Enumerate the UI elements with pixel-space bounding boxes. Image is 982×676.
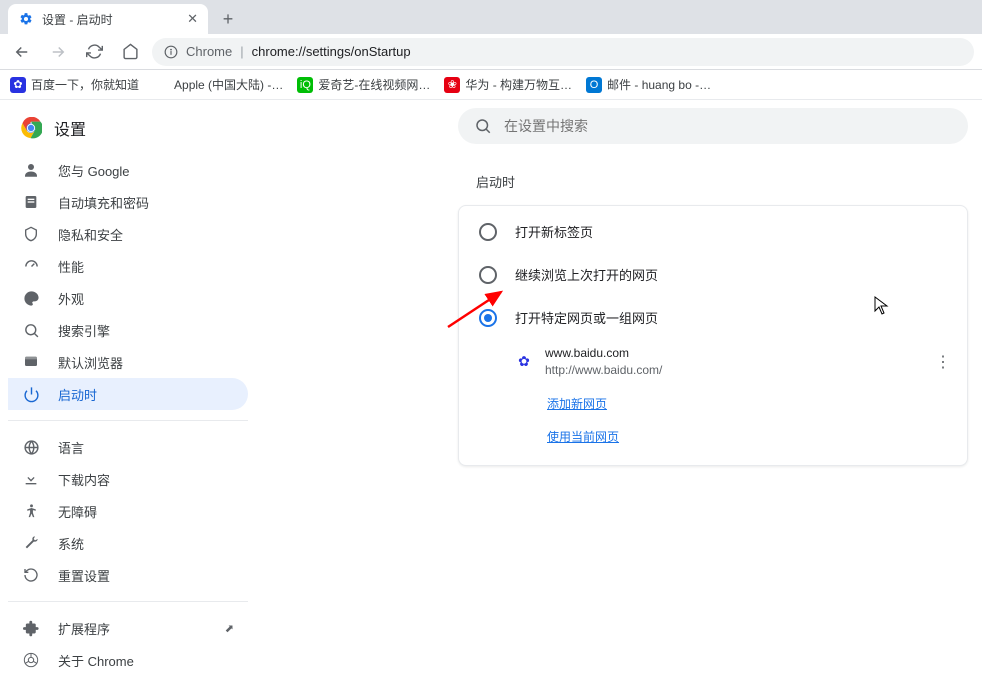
browser-toolbar: Chrome | chrome://settings/onStartup	[0, 34, 982, 70]
power-icon	[22, 386, 40, 403]
radio-continue[interactable]: 继续浏览上次打开的网页	[459, 253, 967, 296]
home-button[interactable]	[116, 38, 144, 66]
add-new-page-link[interactable]: 添加新网页	[547, 397, 607, 411]
person-icon	[22, 161, 40, 179]
sidebar-item-appearance[interactable]: 外观	[8, 282, 248, 314]
divider	[8, 601, 248, 602]
radio-new-tab[interactable]: 打开新标签页	[459, 210, 967, 253]
omnibox-url: chrome://settings/onStartup	[252, 44, 411, 59]
settings-search-input[interactable]	[504, 118, 952, 134]
forward-button[interactable]	[44, 38, 72, 66]
speed-icon	[22, 258, 40, 275]
sidebar-item-default-browser[interactable]: 默认浏览器	[8, 346, 248, 378]
sidebar-item-performance[interactable]: 性能	[8, 250, 248, 282]
sidebar-item-privacy[interactable]: 隐私和安全	[8, 218, 248, 250]
on-startup-card: 打开新标签页 继续浏览上次打开的网页 打开特定网页或一组网页 ✿ www.bai…	[458, 205, 968, 466]
more-menu-button[interactable]: ⋮	[935, 352, 951, 372]
accessibility-icon	[22, 503, 40, 520]
extension-icon	[22, 620, 40, 637]
huawei-icon: ❀	[444, 77, 460, 93]
shield-icon	[22, 226, 40, 242]
new-tab-button[interactable]: +	[214, 5, 242, 33]
sidebar-item-accessibility[interactable]: 无障碍	[8, 495, 248, 527]
bookmark-item[interactable]: Apple (中国大陆) -…	[153, 76, 283, 93]
sidebar-item-on-startup[interactable]: 启动时	[8, 378, 248, 410]
startup-page-url: http://www.baidu.com/	[545, 362, 662, 379]
bookmarks-bar: ✿百度一下，你就知道 Apple (中国大陆) -… iQ爱奇艺-在线视频网… …	[0, 70, 982, 100]
chrome-icon	[22, 652, 40, 668]
sidebar-item-downloads[interactable]: 下载内容	[8, 463, 248, 495]
sidebar-item-system[interactable]: 系统	[8, 527, 248, 559]
radio-icon	[479, 266, 497, 284]
close-icon[interactable]: ✕	[187, 11, 198, 27]
bookmark-item[interactable]: ❀华为 - 构建万物互…	[444, 76, 572, 93]
apple-icon	[153, 77, 169, 93]
omnibox-chip: Chrome	[186, 44, 232, 59]
sidebar-item-extensions[interactable]: 扩展程序⬈	[8, 612, 248, 644]
search-icon	[22, 322, 40, 339]
address-bar[interactable]: Chrome | chrome://settings/onStartup	[152, 38, 974, 66]
tab-title: 设置 - 启动时	[42, 11, 179, 28]
settings-search[interactable]	[458, 108, 968, 144]
wrench-icon	[22, 535, 40, 551]
external-link-icon: ⬈	[225, 622, 234, 635]
section-heading: 启动时	[476, 172, 972, 191]
info-icon	[164, 45, 178, 59]
radio-icon	[479, 223, 497, 241]
browser-tab-active[interactable]: 设置 - 启动时 ✕	[8, 4, 208, 34]
settings-sidebar: 设置 您与 Google 自动填充和密码 隐私和安全 性能 外观 搜索引擎 默认…	[0, 100, 256, 597]
startup-page-title: www.baidu.com	[545, 345, 662, 362]
search-icon	[474, 117, 492, 135]
radio-icon	[479, 309, 497, 327]
browser-icon	[22, 354, 40, 370]
settings-header: 设置	[0, 108, 256, 154]
back-button[interactable]	[8, 38, 36, 66]
sidebar-item-about-chrome[interactable]: 关于 Chrome	[8, 644, 248, 676]
download-icon	[22, 471, 40, 487]
use-current-pages-link[interactable]: 使用当前网页	[547, 430, 619, 444]
outlook-icon: O	[586, 77, 602, 93]
chrome-icon	[20, 117, 42, 139]
baidu-icon: ✿	[515, 353, 533, 371]
browser-tabstrip: 设置 - 启动时 ✕ +	[0, 0, 982, 34]
autofill-icon	[22, 194, 40, 210]
sidebar-item-autofill[interactable]: 自动填充和密码	[8, 186, 248, 218]
sidebar-item-reset[interactable]: 重置设置	[8, 559, 248, 591]
reload-button[interactable]	[80, 38, 108, 66]
globe-icon	[22, 439, 40, 456]
gear-icon	[18, 11, 34, 27]
radio-specific-pages[interactable]: 打开特定网页或一组网页	[459, 296, 967, 339]
sidebar-item-search-engine[interactable]: 搜索引擎	[8, 314, 248, 346]
startup-page-row: ✿ www.baidu.com http://www.baidu.com/ ⋮	[491, 339, 967, 385]
sidebar-item-you-and-google[interactable]: 您与 Google	[8, 154, 248, 186]
iqiyi-icon: iQ	[297, 77, 313, 93]
settings-content: 启动时 打开新标签页 继续浏览上次打开的网页 打开特定网页或一组网页 ✿	[256, 100, 982, 597]
page-title: 设置	[54, 116, 86, 140]
bookmark-item[interactable]: iQ爱奇艺-在线视频网…	[297, 76, 430, 93]
divider	[8, 420, 248, 421]
bookmark-item[interactable]: O邮件 - huang bo -…	[586, 76, 711, 93]
reset-icon	[22, 567, 40, 583]
baidu-icon: ✿	[10, 77, 26, 93]
palette-icon	[22, 290, 40, 307]
bookmark-item[interactable]: ✿百度一下，你就知道	[10, 76, 139, 93]
sidebar-item-languages[interactable]: 语言	[8, 431, 248, 463]
